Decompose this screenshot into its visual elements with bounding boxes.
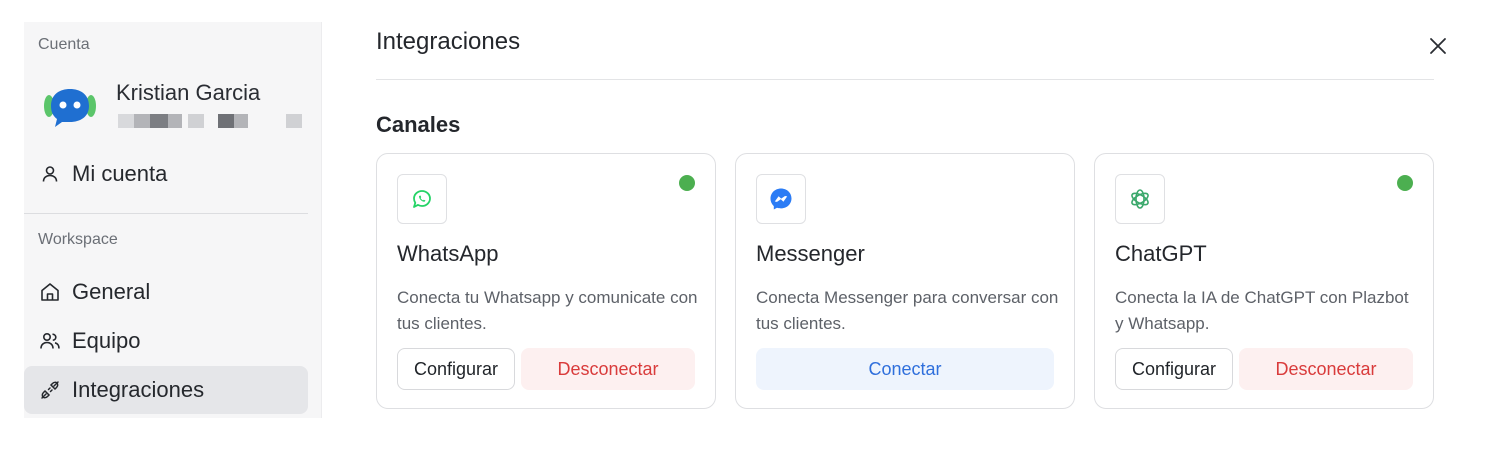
- user-profile: Kristian Garcia: [38, 76, 318, 138]
- sidebar-item-label: General: [72, 279, 151, 304]
- sidebar-item-label: Integraciones: [72, 377, 205, 402]
- user-name: Kristian Garcia: [116, 80, 261, 105]
- integration-card-messenger: Messenger Conecta Messenger para convers…: [735, 153, 1075, 409]
- sidebar-item-team[interactable]: Equipo: [24, 317, 308, 365]
- redacted-email: [118, 114, 302, 128]
- sidebar-divider: [24, 213, 308, 214]
- integration-card-chatgpt: ChatGPT Conecta la IA de ChatGPT con Pla…: [1094, 153, 1434, 409]
- disconnect-button[interactable]: Desconectar: [521, 348, 695, 390]
- connect-button[interactable]: Conectar: [756, 348, 1054, 390]
- integrations-panel: Integraciones Canales WhatsApp Conecta t…: [376, 0, 1464, 454]
- sidebar-item-label: Mi cuenta: [72, 161, 168, 186]
- card-description: Conecta la IA de ChatGPT con Plazbot y W…: [1115, 288, 1409, 333]
- messenger-icon: [756, 174, 806, 224]
- settings-sidebar: Cuenta Kristian Garcia Mi cuenta Workspa…: [24, 22, 322, 418]
- chatgpt-icon: [1115, 174, 1165, 224]
- card-title: Messenger: [756, 241, 865, 266]
- integration-card-whatsapp: WhatsApp Conecta tu Whatsapp y comunicat…: [376, 153, 716, 409]
- section-title: Canales: [376, 112, 461, 137]
- workspace-section-label: Workspace: [38, 231, 118, 248]
- page-title: Integraciones: [376, 28, 521, 55]
- team-icon: [38, 329, 62, 353]
- sidebar-item-my-account[interactable]: Mi cuenta: [24, 150, 308, 198]
- whatsapp-icon: [397, 174, 447, 224]
- connected-status-dot: [679, 175, 695, 191]
- card-title: WhatsApp: [397, 241, 499, 266]
- home-icon: [38, 280, 62, 304]
- plug-icon: [38, 378, 62, 402]
- user-icon: [38, 162, 62, 186]
- configure-button[interactable]: Configurar: [1115, 348, 1233, 390]
- sidebar-item-label: Equipo: [72, 328, 141, 353]
- connected-status-dot: [1397, 175, 1413, 191]
- card-title: ChatGPT: [1115, 241, 1207, 266]
- sidebar-item-integrations[interactable]: Integraciones: [24, 366, 308, 414]
- close-icon[interactable]: [1426, 34, 1450, 58]
- account-section-label: Cuenta: [38, 36, 90, 53]
- card-description: Conecta tu Whatsapp y comunicate con tus…: [397, 288, 698, 333]
- card-description: Conecta Messenger para conversar con tus…: [756, 288, 1059, 333]
- header-divider: [376, 79, 1434, 80]
- sidebar-item-general[interactable]: General: [24, 268, 308, 316]
- disconnect-button[interactable]: Desconectar: [1239, 348, 1413, 390]
- chat-bot-avatar-icon: [42, 84, 98, 128]
- configure-button[interactable]: Configurar: [397, 348, 515, 390]
